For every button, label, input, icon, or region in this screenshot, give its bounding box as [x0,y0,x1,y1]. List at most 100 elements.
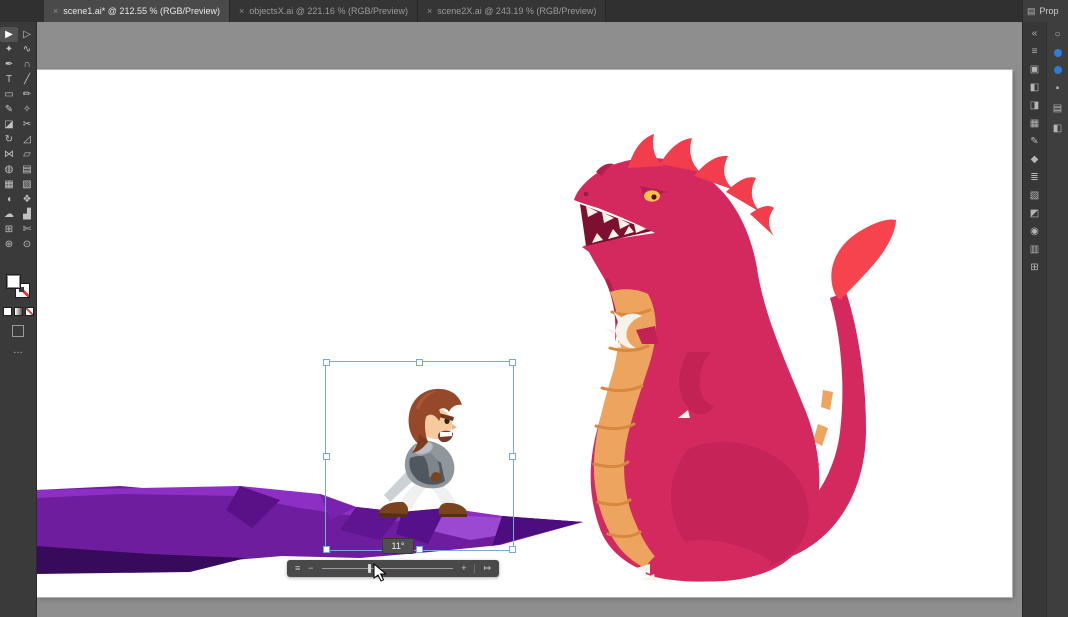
panel-edge-icon[interactable]: ◧ [1053,123,1062,134]
symbols-panel-icon[interactable]: ◆ [1031,154,1039,165]
fill-stroke-controls [6,274,30,298]
tools-grid: ▶ ▷ ✦ ∿ ✒ ∩ T ╱ ▭ ✏ ✎ ✧ ◪ ✂ ↻ ◿ ⋈ ▱ ◍ ▤ … [0,22,36,252]
close-tab-icon[interactable]: × [53,6,58,16]
hud-divider [474,564,476,573]
transparency-panel-icon[interactable]: ◩ [1030,208,1039,219]
symbol-sprayer-tool[interactable]: ☁ [0,207,18,222]
artboard[interactable] [36,70,1012,597]
canvas-area[interactable]: 11° ≡ − + ↦ [36,22,1022,617]
stroke-panel-icon[interactable]: ≣ [1030,172,1038,183]
tab-label: objectsX.ai @ 221.16 % (RGB/Preview) [249,6,408,16]
floating-slider-bar[interactable]: ≡ − + ↦ [287,560,499,577]
slider-thumb[interactable] [367,564,371,573]
brushes-panel-icon[interactable]: ✎ [1030,136,1038,147]
tab-objectsx[interactable]: × objectsX.ai @ 221.16 % (RGB/Preview) [229,0,418,22]
lasso-tool[interactable]: ∿ [18,42,36,57]
perspective-grid-tool[interactable]: ▤ [18,162,36,177]
gradient-panel-icon[interactable]: ▧ [1030,190,1039,201]
graphic-styles-panel-icon[interactable]: ▥ [1030,244,1039,255]
rectangle-tool[interactable]: ▭ [0,87,18,102]
selection-handle-sw[interactable] [323,546,330,553]
artboards-panel-icon[interactable]: ⊞ [1030,262,1038,273]
properties-panel-title: Prop [1039,6,1059,16]
paintbrush-tool[interactable]: ✏ [18,87,36,102]
illustrator-window: × scene1.ai* @ 212.55 % (RGB/Preview) × … [0,0,1068,617]
rotate-tool[interactable]: ↻ [0,132,18,147]
eyedropper-tool[interactable]: ◖ [0,192,18,207]
mesh-tool[interactable]: ▦ [0,177,18,192]
rotation-angle-badge: 11° [382,538,414,554]
panel-edge-icon[interactable]: ▤ [1053,103,1062,114]
line-segment-tool[interactable]: ╱ [18,72,36,87]
pencil-tool[interactable]: ✎ [0,102,18,117]
tools-panel: ▶ ▷ ✦ ∿ ✒ ∩ T ╱ ▭ ✏ ✎ ✧ ◪ ✂ ↻ ◿ ⋈ ▱ ◍ ▤ … [0,22,37,617]
blue-toggle-dot[interactable] [1053,66,1062,74]
scale-tool[interactable]: ◿ [18,132,36,147]
mouse-cursor [373,563,386,582]
close-tab-icon[interactable]: × [239,6,244,16]
right-dock: « ≡ ▣ ◧ ◨ ▦ ✎ ◆ ≣ ▧ ◩ ◉ ▥ ⊞ ○ ▪ ▤ ◧ [1022,22,1068,617]
properties-panel-edge: ○ ▪ ▤ ◧ [1046,22,1068,617]
scissors-tool[interactable]: ✂ [18,117,36,132]
color-button[interactable] [2,307,12,316]
panel-icon-strip: « ≡ ▣ ◧ ◨ ▦ ✎ ◆ ≣ ▧ ◩ ◉ ▥ ⊞ [1022,22,1046,617]
tab-label: scene1.ai* @ 212.55 % (RGB/Preview) [63,6,220,16]
search-icon[interactable]: ○ [1054,29,1060,40]
eraser-tool[interactable]: ◪ [0,117,18,132]
appearance-panel-icon[interactable]: ◉ [1030,226,1039,237]
direct-selection-tool[interactable]: ▷ [18,27,36,42]
slider-options-icon[interactable]: ≡ [295,560,300,577]
shape-builder-tool[interactable]: ◍ [0,162,18,177]
color-mode-row [0,307,36,316]
hud-slider[interactable] [321,560,454,577]
increase-button[interactable]: + [461,560,466,577]
selection-handle-se[interactable] [509,546,516,553]
artboard-tool[interactable]: ⊞ [0,222,18,237]
close-tab-icon[interactable]: × [427,6,432,16]
panel-menu-icon[interactable]: ▤ [1027,6,1036,17]
width-tool[interactable]: ⋈ [0,147,18,162]
properties-panel-icon[interactable]: ≡ [1032,46,1038,57]
column-graph-tool[interactable]: ▟ [18,207,36,222]
decrease-button[interactable]: − [308,560,313,577]
color-panel-icon[interactable]: ◧ [1030,82,1039,93]
selection-tool[interactable]: ▶ [0,27,18,42]
document-tab-bar: × scene1.ai* @ 212.55 % (RGB/Preview) × … [0,0,1068,22]
selection-handle-ne[interactable] [509,359,516,366]
slider-track[interactable] [321,568,454,569]
hand-tool[interactable]: ⊛ [0,237,18,252]
panel-edge-icon[interactable]: ▪ [1056,83,1060,94]
none-button[interactable] [24,307,34,316]
selection-handle-s[interactable] [416,546,423,553]
tab-scene2x[interactable]: × scene2X.ai @ 243.19 % (RGB/Preview) [417,0,607,22]
libraries-panel-icon[interactable]: ▣ [1030,64,1039,75]
slice-tool[interactable]: ✄ [18,222,36,237]
selection-handle-nw[interactable] [323,359,330,366]
collapse-panels-icon[interactable]: « [1032,28,1038,39]
selection-handle-n[interactable] [416,359,423,366]
selection-handle-e[interactable] [509,453,516,460]
draw-mode-button[interactable] [12,325,24,337]
curvature-tool[interactable]: ∩ [18,57,36,72]
gradient-tool[interactable]: ▧ [18,177,36,192]
pen-tool[interactable]: ✒ [0,57,18,72]
magic-wand-tool[interactable]: ✦ [0,42,18,57]
blue-toggle-dot[interactable] [1053,49,1062,57]
zoom-tool[interactable]: ⊙ [18,237,36,252]
edit-toolbar-icon[interactable]: … [0,345,36,356]
fill-color-well[interactable] [6,274,21,289]
hud-tracker-icon[interactable]: ↦ [483,560,491,577]
gradient-button[interactable] [13,307,23,316]
tabbar-spacer [0,0,44,22]
swatches-panel-icon[interactable]: ▦ [1030,118,1039,129]
shaper-tool[interactable]: ✧ [18,102,36,117]
color-guide-icon[interactable]: ◨ [1030,100,1039,111]
selection-handle-w[interactable] [323,453,330,460]
blend-tool[interactable]: ❖ [18,192,36,207]
tab-scene1[interactable]: × scene1.ai* @ 212.55 % (RGB/Preview) [44,0,230,22]
tab-label: scene2X.ai @ 243.19 % (RGB/Preview) [437,6,597,16]
free-transform-tool[interactable]: ▱ [18,147,36,162]
selection-bounding-box[interactable] [323,359,516,553]
type-tool[interactable]: T [0,72,18,87]
properties-panel-tab[interactable]: ▤ Prop [1022,0,1068,22]
